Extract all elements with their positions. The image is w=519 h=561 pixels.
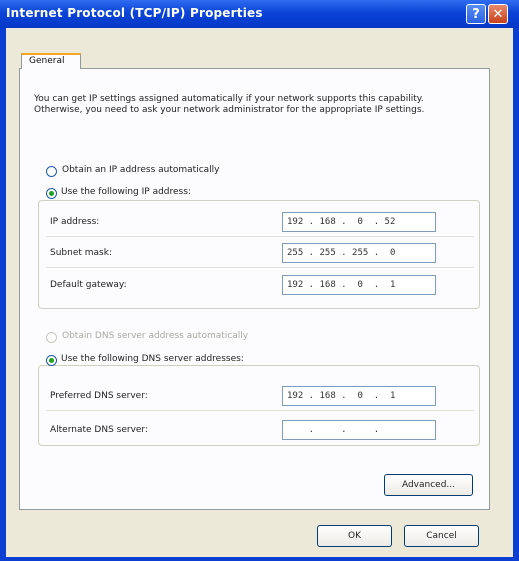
window-title: Internet Protocol (TCP/IP) Properties bbox=[6, 6, 263, 20]
cancel-button[interactable]: Cancel bbox=[404, 525, 479, 547]
ip-address-field[interactable]: 192 . 168 . 0 . 52 bbox=[282, 212, 436, 232]
preferred-dns-field[interactable]: 192 . 168 . 0 . 1 bbox=[282, 386, 436, 406]
row-divider bbox=[46, 267, 474, 268]
preferred-dns-label: Preferred DNS server: bbox=[50, 391, 148, 401]
use-following-dns-radio[interactable] bbox=[46, 355, 57, 366]
alternate-dns-field[interactable]: . . . bbox=[282, 420, 436, 440]
ok-button[interactable]: OK bbox=[317, 525, 392, 547]
description-text: You can get IP settings assigned automat… bbox=[34, 94, 425, 115]
help-button[interactable]: ? bbox=[466, 4, 486, 24]
subnet-mask-field[interactable]: 255 . 255 . 255 . 0 bbox=[282, 243, 436, 263]
default-gateway-field[interactable]: 192 . 168 . 0 . 1 bbox=[282, 275, 436, 295]
use-following-ip-label: Use the following IP address: bbox=[61, 187, 195, 197]
alternate-dns-label: Alternate DNS server: bbox=[50, 425, 149, 435]
default-gateway-label: Default gateway: bbox=[50, 280, 127, 290]
title-bar[interactable]: Internet Protocol (TCP/IP) Properties ? … bbox=[0, 0, 519, 28]
advanced-button[interactable]: Advanced... bbox=[384, 474, 473, 496]
obtain-dns-auto-label: Obtain DNS server address automatically bbox=[62, 331, 249, 341]
obtain-ip-auto-label: Obtain an IP address automatically bbox=[62, 165, 220, 175]
radio-selected-dot bbox=[49, 358, 54, 363]
close-button[interactable]: ✕ bbox=[488, 4, 508, 24]
obtain-ip-auto-radio[interactable] bbox=[46, 166, 57, 177]
ip-address-label: IP address: bbox=[50, 217, 100, 227]
obtain-dns-auto-radio[interactable] bbox=[46, 332, 57, 343]
use-following-ip-radio[interactable] bbox=[46, 188, 57, 199]
subnet-mask-label: Subnet mask: bbox=[50, 248, 112, 258]
use-following-dns-label: Use the following DNS server addresses: bbox=[61, 354, 248, 364]
tab-general[interactable]: General bbox=[21, 53, 81, 69]
row-divider bbox=[46, 410, 474, 411]
radio-selected-dot bbox=[49, 191, 54, 196]
row-divider bbox=[46, 236, 474, 237]
